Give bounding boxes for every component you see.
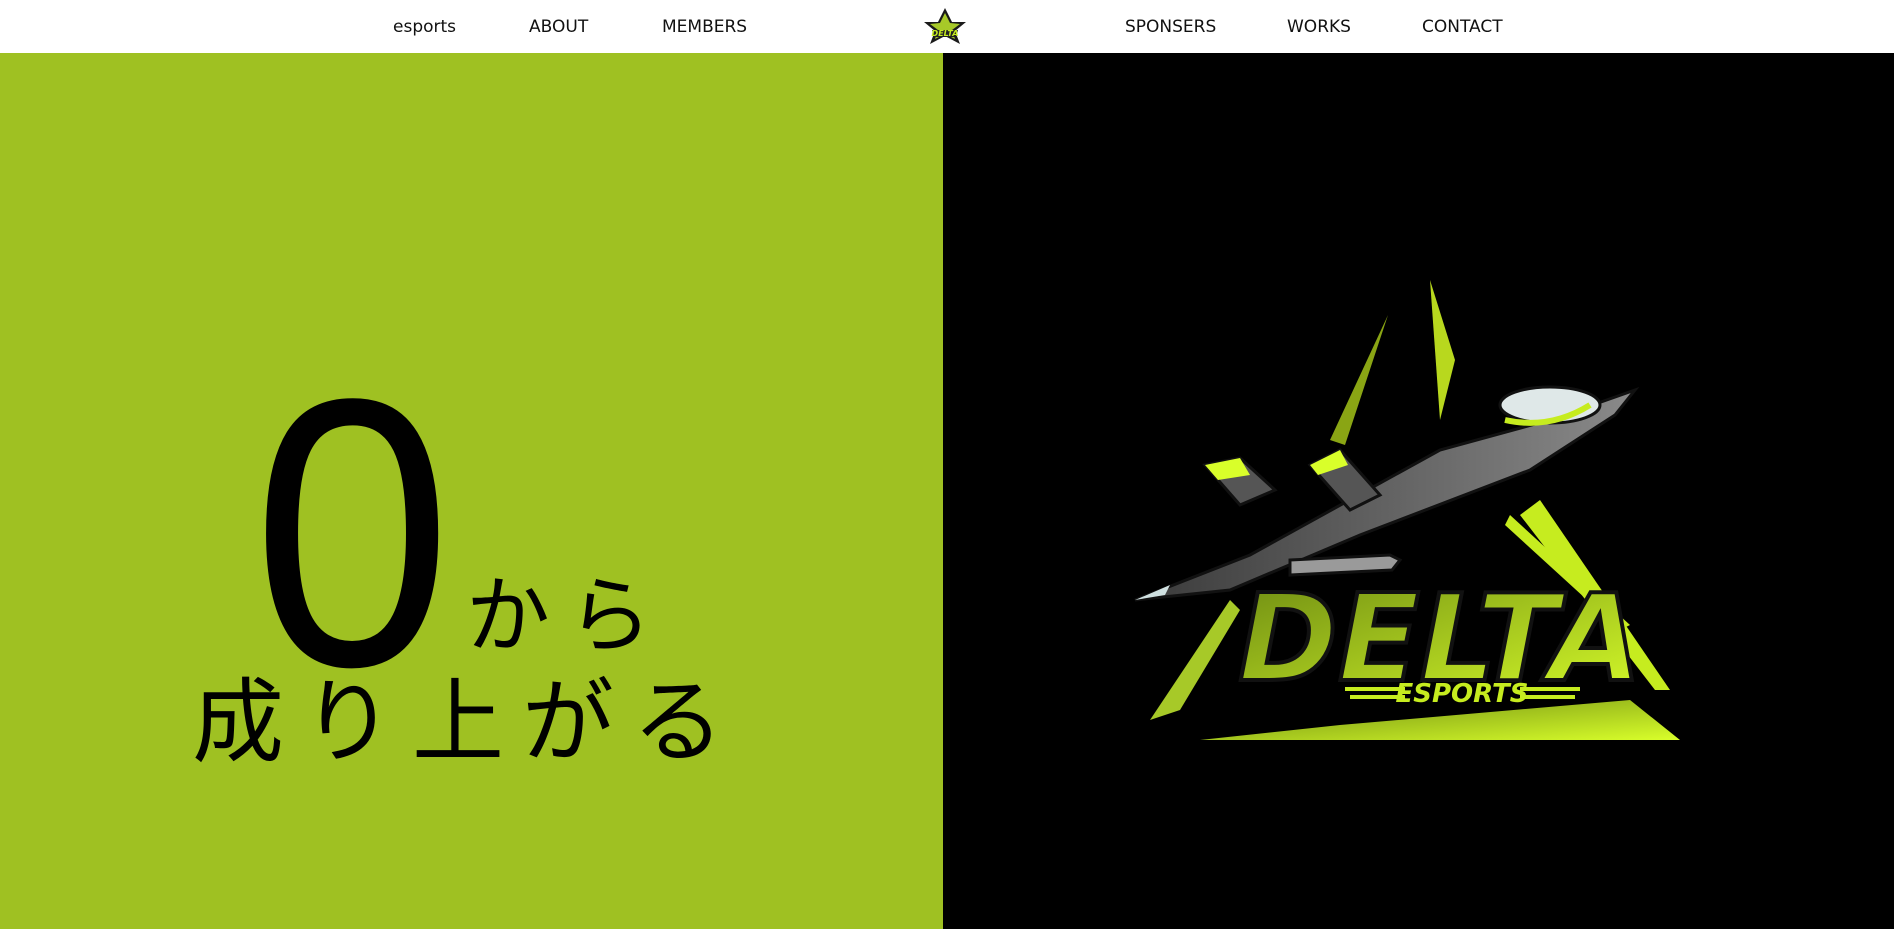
nav-link-members[interactable]: MEMBERS bbox=[662, 16, 747, 38]
nav-link-about[interactable]: ABOUT bbox=[529, 16, 588, 38]
delta-logo-icon[interactable]: DELTA bbox=[922, 6, 968, 46]
nav-link-works[interactable]: WORKS bbox=[1287, 16, 1351, 38]
nav-link-esports[interactable]: esports bbox=[393, 16, 456, 38]
hero-tagline-panel: 0 から 成り上がる bbox=[0, 53, 943, 929]
delta-esports-emblem-icon: DELTA ESPORTS bbox=[1110, 270, 1720, 760]
site-header: esports ABOUT MEMBERS DELTA SPONSERS WOR… bbox=[0, 0, 1894, 53]
tagline-kara: から bbox=[466, 567, 671, 665]
emblem-subtitle: ESPORTS bbox=[1396, 679, 1529, 709]
nav-link-sponsers[interactable]: SPONSERS bbox=[1125, 16, 1216, 38]
tagline-nariagaru: 成り上がる bbox=[192, 669, 743, 776]
tagline-zero: 0 bbox=[252, 320, 452, 747]
svg-text:DELTA: DELTA bbox=[932, 29, 959, 38]
nav-link-contact[interactable]: CONTACT bbox=[1422, 16, 1503, 38]
